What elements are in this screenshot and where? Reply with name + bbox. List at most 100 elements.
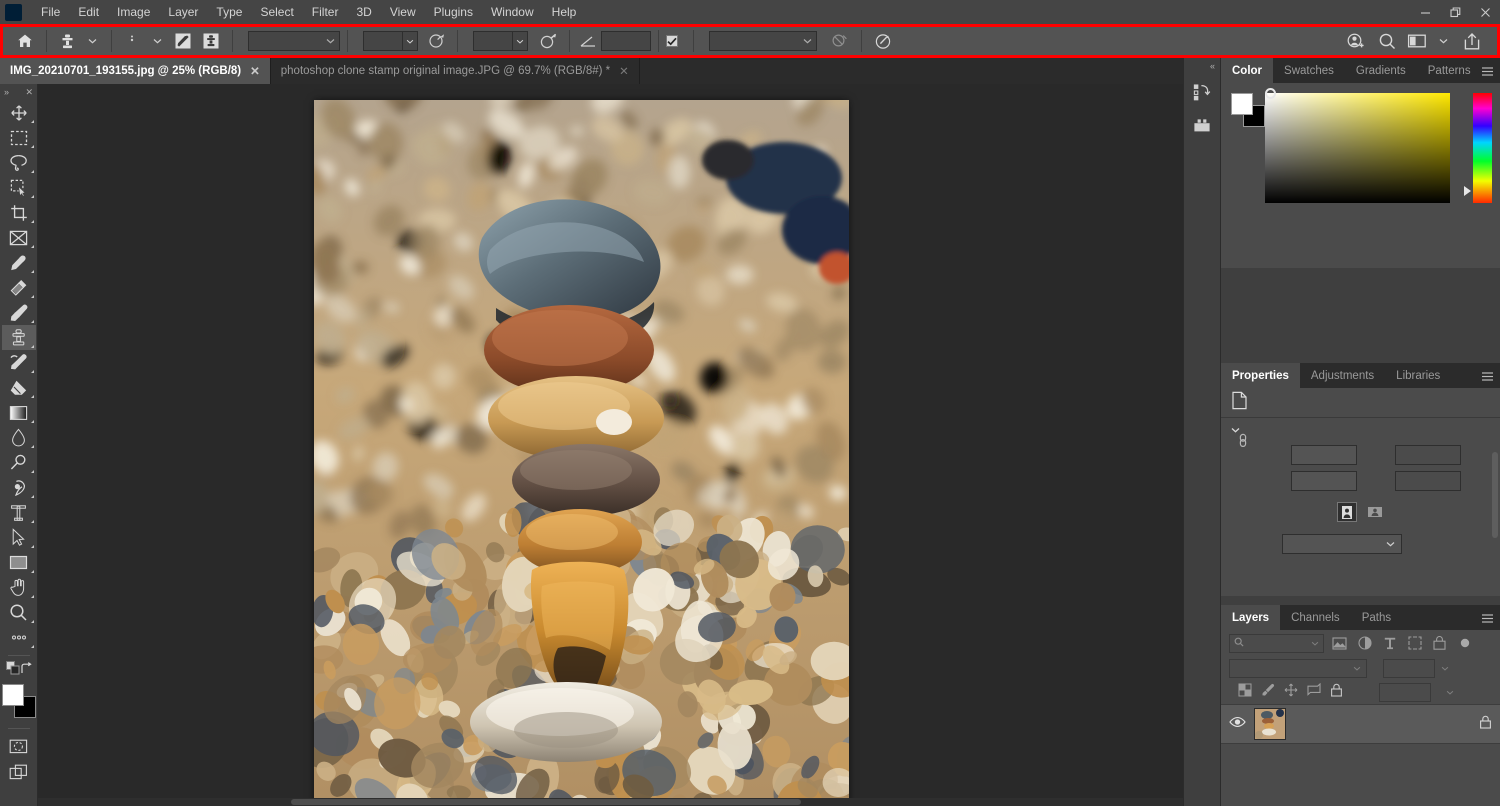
tab-paths[interactable]: Paths	[1350, 605, 1403, 630]
chevron-down-icon[interactable]	[403, 31, 418, 51]
tab-color[interactable]: Color	[1221, 58, 1274, 83]
lock-transparent-pixels-icon[interactable]	[1238, 683, 1252, 702]
hue-slider-marker[interactable]	[1464, 186, 1471, 196]
adjustment-layer-filter-icon[interactable]	[1355, 634, 1374, 653]
hand-tool[interactable]	[2, 575, 36, 600]
opacity-input[interactable]	[363, 31, 403, 51]
tab-gradients[interactable]: Gradients	[1344, 58, 1417, 83]
tab-channels[interactable]: Channels	[1280, 605, 1351, 630]
airbrush-icon[interactable]	[534, 29, 562, 53]
lasso-tool[interactable]	[2, 150, 36, 175]
chevron-down-icon[interactable]	[513, 31, 528, 51]
landscape-orientation-icon[interactable]	[1365, 502, 1385, 522]
brush-preset-dropdown[interactable]	[145, 29, 169, 53]
layer-blend-mode-select[interactable]	[1229, 658, 1367, 678]
color-picker-body[interactable]	[1221, 83, 1500, 268]
quick-mask-icon[interactable]	[2, 734, 36, 759]
flow-input[interactable]	[473, 31, 513, 51]
color-mode-select[interactable]	[1282, 534, 1402, 554]
tab-swatches[interactable]: Swatches	[1273, 58, 1345, 83]
clone-stamp-tool-dropdown[interactable]	[80, 29, 104, 53]
chevron-down-icon[interactable]	[1435, 659, 1454, 678]
collapse-panel-icon[interactable]: »	[4, 87, 9, 97]
clone-source-panel-icon[interactable]	[197, 29, 225, 53]
clone-stamp-tool[interactable]	[1, 325, 36, 350]
lock-icon[interactable]	[1479, 715, 1492, 734]
properties-scrollbar[interactable]	[1492, 452, 1498, 538]
lock-image-pixels-icon[interactable]	[1261, 683, 1275, 702]
object-selection-tool[interactable]	[2, 175, 36, 200]
panel-menu-icon[interactable]	[1481, 369, 1494, 387]
opacity-stepper[interactable]	[363, 31, 418, 51]
layer-thumbnail[interactable]	[1254, 708, 1286, 740]
spot-healing-brush-tool[interactable]	[2, 275, 36, 300]
color-gradient-field[interactable]	[1265, 93, 1450, 203]
document-tab-0[interactable]: IMG_20210701_193155.jpg @ 25% (RGB/8) ✕	[0, 58, 271, 84]
blend-mode-select[interactable]	[248, 31, 340, 51]
hue-slider[interactable]	[1473, 93, 1492, 203]
link-dimensions-icon[interactable]	[1237, 428, 1249, 455]
layer-kind-filter[interactable]	[1229, 633, 1324, 653]
menu-item-file[interactable]: File	[32, 2, 69, 22]
panel-menu-icon[interactable]	[1481, 64, 1494, 82]
restore-button[interactable]	[1440, 0, 1470, 24]
pressure-opacity-icon[interactable]	[424, 29, 450, 53]
minimize-button[interactable]	[1410, 0, 1440, 24]
shape-layer-filter-icon[interactable]	[1405, 634, 1424, 653]
canvas-x-input[interactable]	[1395, 445, 1461, 465]
search-icon[interactable]	[1371, 29, 1403, 53]
rectangle-tool[interactable]	[2, 550, 36, 575]
close-icon[interactable]: ✕	[619, 64, 629, 78]
canvas-height-input[interactable]	[1291, 471, 1357, 491]
path-selection-tool[interactable]	[2, 525, 36, 550]
dodge-tool[interactable]	[2, 450, 36, 475]
sample-select[interactable]	[709, 31, 817, 51]
type-layer-filter-icon[interactable]	[1380, 634, 1399, 653]
menu-item-plugins[interactable]: Plugins	[425, 2, 482, 22]
menu-item-filter[interactable]: Filter	[303, 2, 348, 22]
canvas-width-input[interactable]	[1291, 445, 1357, 465]
brush-tool[interactable]	[2, 300, 36, 325]
tab-properties[interactable]: Properties	[1221, 363, 1300, 388]
libraries-panel-icon[interactable]	[1187, 110, 1217, 140]
edit-toolbar-tool[interactable]	[2, 625, 36, 650]
menu-item-3d[interactable]: 3D	[347, 2, 380, 22]
brush-settings-icon[interactable]	[169, 29, 197, 53]
default-colors-icon[interactable]	[6, 661, 20, 680]
aligned-checkbox[interactable]	[666, 35, 678, 47]
pen-tool[interactable]	[2, 475, 36, 500]
zoom-tool[interactable]	[2, 600, 36, 625]
menu-item-select[interactable]: Select	[251, 2, 302, 22]
tab-libraries[interactable]: Libraries	[1385, 363, 1452, 388]
share-icon[interactable]	[1455, 29, 1489, 53]
portrait-orientation-icon[interactable]	[1336, 502, 1357, 522]
tab-adjustments[interactable]: Adjustments	[1299, 363, 1386, 388]
canvas-section-header[interactable]	[1221, 418, 1500, 442]
menu-item-edit[interactable]: Edit	[69, 2, 108, 22]
brush-preset-picker[interactable]	[119, 26, 145, 56]
move-tool[interactable]	[2, 100, 36, 125]
menu-item-view[interactable]: View	[381, 2, 425, 22]
eraser-tool[interactable]	[2, 375, 36, 400]
smart-object-filter-icon[interactable]	[1430, 634, 1449, 653]
foreground-color-swatch[interactable]	[1231, 93, 1253, 115]
menu-item-image[interactable]: Image	[108, 2, 159, 22]
chevron-down-icon[interactable]	[1431, 29, 1455, 53]
color-panel-swatches[interactable]	[1231, 93, 1265, 127]
clone-stamp-tool-icon[interactable]	[54, 29, 80, 53]
layer-opacity-input[interactable]	[1383, 658, 1435, 678]
menu-item-window[interactable]: Window	[482, 2, 543, 22]
canvas-y-input[interactable]	[1395, 471, 1461, 491]
close-button[interactable]	[1470, 0, 1500, 24]
history-panel-icon[interactable]	[1187, 77, 1217, 107]
foreground-color-swatch[interactable]	[1, 684, 24, 706]
frame-tool[interactable]	[2, 225, 36, 250]
ignore-adjustment-layers-icon[interactable]	[824, 29, 854, 53]
collapse-dock-icon[interactable]: «	[1210, 61, 1215, 71]
tab-layers[interactable]: Layers	[1221, 605, 1281, 630]
document-tab-1[interactable]: photoshop clone stamp original image.JPG…	[270, 58, 640, 84]
pressure-size-icon[interactable]	[869, 29, 897, 53]
lock-artboard-icon[interactable]	[1307, 682, 1321, 701]
tab-patterns[interactable]: Patterns	[1416, 58, 1482, 83]
gradient-tool[interactable]	[2, 400, 36, 425]
